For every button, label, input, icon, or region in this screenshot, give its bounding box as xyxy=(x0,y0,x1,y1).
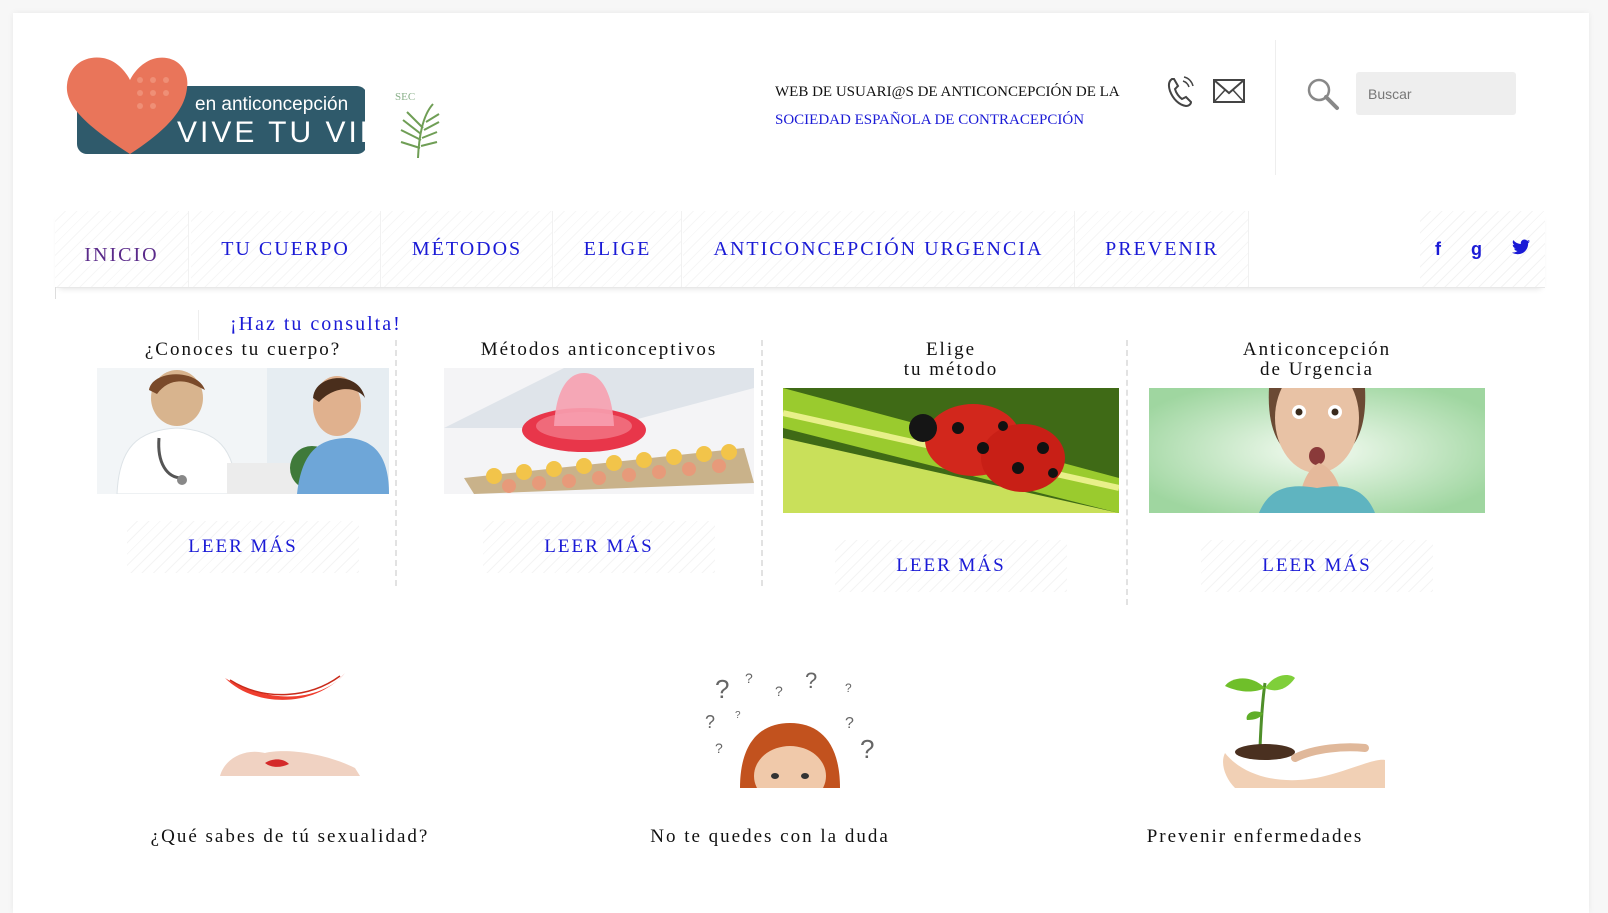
google-icon[interactable]: g xyxy=(1471,239,1482,260)
nav-item-anticoncepcion-urgencia[interactable]: Anticoncepción Urgencia xyxy=(683,211,1075,287)
submenu-line xyxy=(198,310,199,340)
sec-logo-text: SEC xyxy=(395,91,415,103)
search-input[interactable] xyxy=(1356,72,1516,115)
svg-text:?: ? xyxy=(745,670,753,686)
sec-logo[interactable]: SEC xyxy=(393,90,443,160)
card-elige: Elige tu método LEER MÁS xyxy=(783,340,1119,592)
card-title: ¿Conoces tu cuerpo? xyxy=(144,339,342,360)
nav-item-tu-cuerpo[interactable]: Tu Cuerpo xyxy=(191,211,381,287)
card-title: Anticoncepción de Urgencia xyxy=(1242,339,1392,380)
social-links: f g xyxy=(1420,211,1545,287)
search-icon[interactable] xyxy=(1305,76,1341,117)
main-nav: Inicio Tu Cuerpo Métodos Elige Anticonce… xyxy=(55,211,1545,288)
card-conoces-cuerpo: ¿Conoces tu cuerpo? LEER MÁS xyxy=(97,340,389,573)
surprised-woman-image[interactable] xyxy=(1149,388,1485,518)
twitter-icon[interactable] xyxy=(1512,239,1530,260)
svg-text:?: ? xyxy=(845,681,852,695)
svg-text:?: ? xyxy=(805,668,817,693)
plant-hand-image[interactable] xyxy=(1215,668,1385,788)
phone-icon[interactable] xyxy=(1166,75,1196,114)
tagline-text: WEB DE USUARI@S DE ANTICONCEPCIÓN DE LA xyxy=(775,84,1120,100)
svg-text:?: ? xyxy=(715,674,729,704)
nav-item-prevenir[interactable]: Prevenir xyxy=(1076,211,1249,287)
card-anticoncepcion-urgencia: Anticoncepción de Urgencia LEER MÁS xyxy=(1149,340,1485,592)
leer-mas-button[interactable]: LEER MÁS xyxy=(1201,540,1433,592)
logo-small-text: en anticoncepción xyxy=(195,94,348,115)
card-title: Métodos anticonceptivos xyxy=(480,339,718,360)
nav-item-haz-tu-consulta[interactable]: ¡Haz tu consulta! xyxy=(230,313,402,336)
card-divider xyxy=(395,340,397,586)
card-title: Elige tu método xyxy=(903,339,999,380)
leer-mas-button[interactable]: LEER MÁS xyxy=(127,521,359,573)
card-divider xyxy=(1126,340,1128,605)
mail-icon[interactable] xyxy=(1212,78,1246,109)
nav-item-metodos[interactable]: Métodos xyxy=(382,211,553,287)
nav-left-line xyxy=(55,287,56,299)
doctor-patient-image[interactable] xyxy=(97,368,389,499)
facebook-icon[interactable]: f xyxy=(1435,239,1441,260)
site-logo[interactable]: en anticoncepción VIVE TU VIDA xyxy=(65,50,405,160)
header-separator xyxy=(1275,40,1276,175)
ladybug-image[interactable] xyxy=(783,388,1119,518)
svg-text:?: ? xyxy=(735,710,741,721)
header-tagline: WEB DE USUARI@S DE ANTICONCEPCIÓN DE LA … xyxy=(775,78,1165,134)
svg-text:?: ? xyxy=(845,715,854,732)
nav-item-inicio[interactable]: Inicio xyxy=(55,211,189,287)
sec-link[interactable]: SOCIEDAD ESPAÑOLA DE CONTRACEPCIÓN xyxy=(775,106,1165,134)
condom-pills-image[interactable] xyxy=(444,368,754,499)
svg-text:?: ? xyxy=(705,712,715,732)
leer-mas-button[interactable]: LEER MÁS xyxy=(483,521,715,573)
svg-text:?: ? xyxy=(860,734,874,764)
question-woman-image[interactable]: ?? ?? ?? ?? ?? xyxy=(695,668,885,806)
leer-mas-button[interactable]: LEER MÁS xyxy=(835,540,1067,592)
logo-big-text: VIVE TU VIDA xyxy=(177,116,365,149)
svg-text:?: ? xyxy=(775,683,783,699)
nav-item-elige[interactable]: Elige xyxy=(554,211,682,287)
card-divider xyxy=(761,340,763,586)
card-metodos: Métodos anticonceptivos LEER MÁS xyxy=(444,340,754,573)
svg-text:?: ? xyxy=(715,740,723,756)
feather-lips-image[interactable] xyxy=(215,668,360,776)
